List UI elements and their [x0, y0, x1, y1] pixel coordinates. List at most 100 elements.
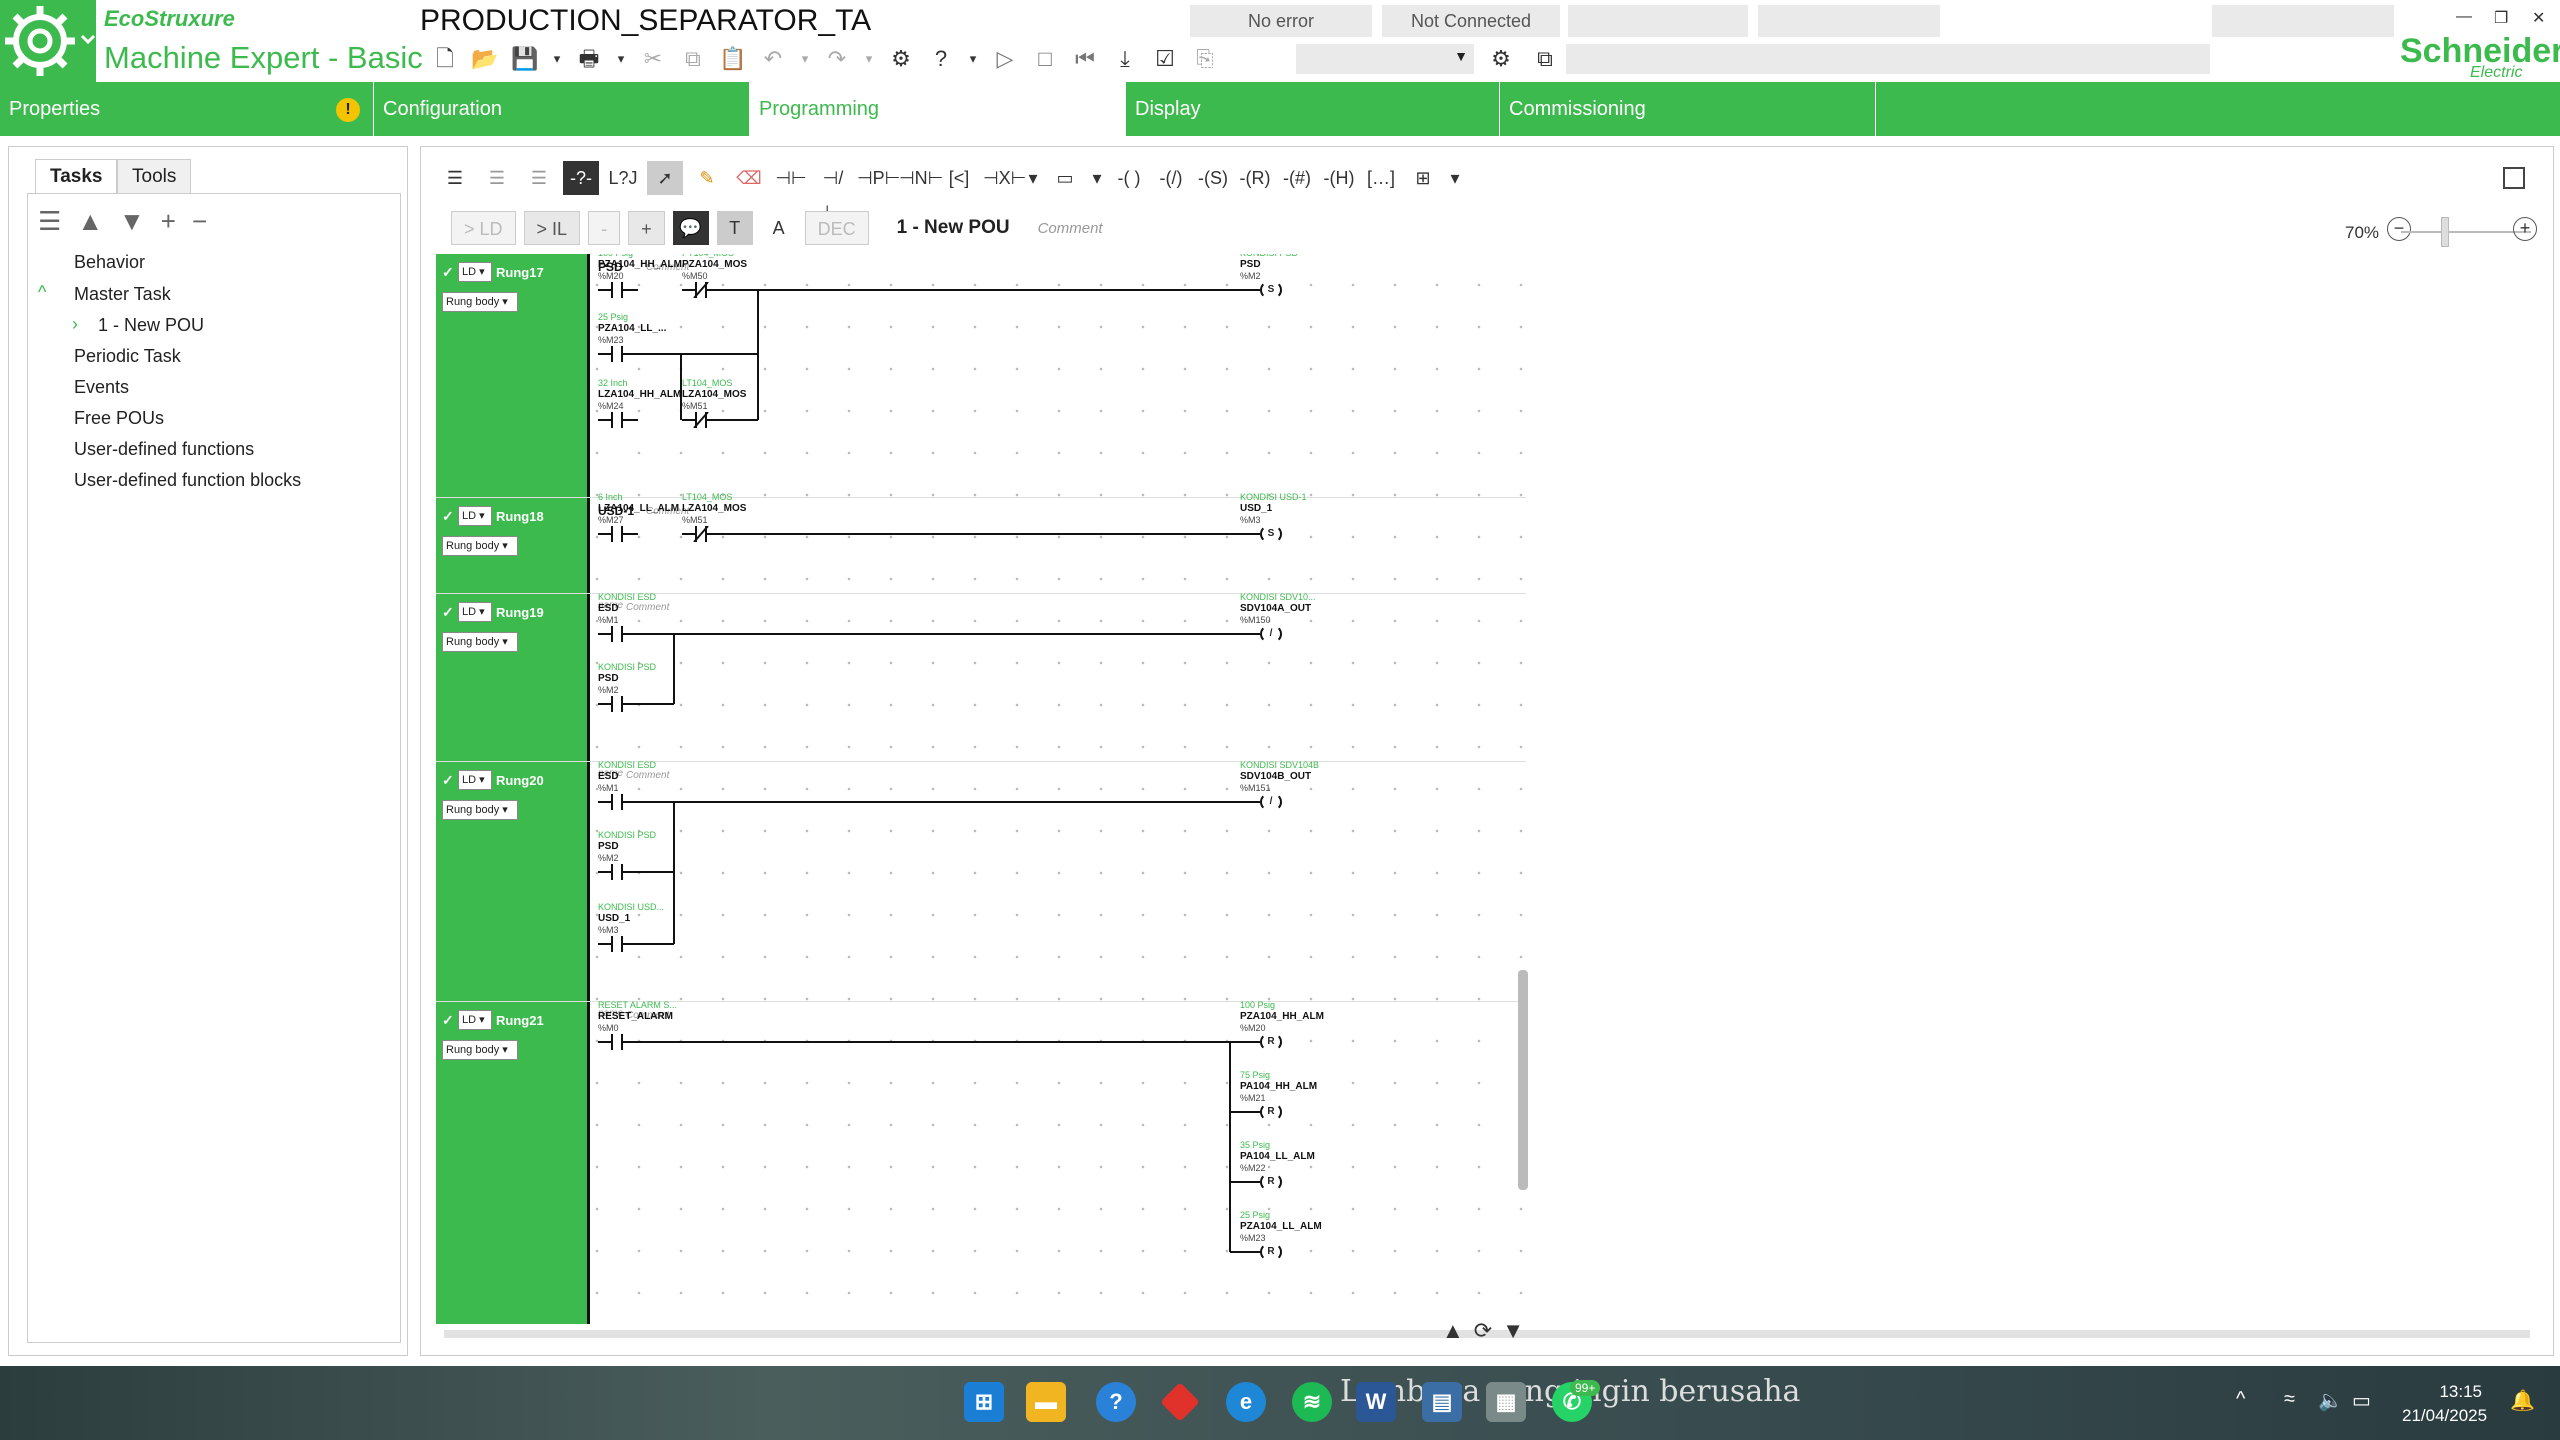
- branch-dropdown-icon[interactable]: ▾: [1025, 161, 1041, 195]
- ladder-coil[interactable]: R: [1260, 1033, 1282, 1051]
- rung-header[interactable]: ✓ LD ▾ Rung17 Rung body ▾: [436, 254, 590, 497]
- help-icon[interactable]: ?: [924, 44, 958, 74]
- branch-icon[interactable]: ⊣X⊢: [983, 161, 1026, 195]
- chevron-up-icon[interactable]: ^: [38, 282, 46, 303]
- rung-rung18[interactable]: ✓ LD ▾ Rung18 Rung body ▾ USD-1 Comment 6 Inch…: [436, 492, 1526, 594]
- tab-display[interactable]: Display: [1126, 82, 1500, 136]
- rung-language-select[interactable]: LD ▾: [458, 262, 492, 282]
- ladder-contact[interactable]: [682, 525, 722, 547]
- rung-enabled-check-icon[interactable]: ✓: [442, 772, 458, 788]
- ladder-coil[interactable]: S: [1260, 281, 1282, 299]
- ladder-contact[interactable]: [598, 696, 638, 717]
- function-block-icon[interactable]: ▭: [1047, 161, 1083, 195]
- add-icon[interactable]: +: [161, 206, 176, 237]
- add-element-icon[interactable]: ⊞: [1405, 161, 1441, 195]
- ladder-coil[interactable]: /: [1260, 793, 1282, 811]
- ladder-coil[interactable]: /: [1260, 625, 1282, 643]
- rung-enabled-check-icon[interactable]: ✓: [442, 1012, 458, 1028]
- ladder-contact[interactable]: [598, 526, 638, 547]
- ladder-contact[interactable]: [598, 626, 638, 647]
- font-size-icon[interactable]: A: [761, 211, 797, 245]
- tree-item-events[interactable]: Events: [74, 377, 129, 398]
- il-mode-icon[interactable]: L?J: [605, 161, 641, 195]
- pou-comment[interactable]: Comment: [1038, 220, 1103, 237]
- fb-dropdown-icon[interactable]: ▾: [1089, 161, 1105, 195]
- target-combo[interactable]: ▼: [1296, 44, 1474, 74]
- rung-rung17[interactable]: ✓LD ▾Rung17Rung body ▾PSDComment100 Psig…: [436, 254, 1526, 498]
- zoom-slider-thumb[interactable]: [2441, 217, 2449, 247]
- tree-item-master-task[interactable]: Master Task: [74, 284, 171, 305]
- zoom-in-icon[interactable]: +: [2513, 217, 2537, 241]
- increase-button[interactable]: +: [628, 211, 665, 245]
- rung-body-select[interactable]: Rung body ▾: [442, 632, 518, 652]
- notes-icon[interactable]: ▤: [1422, 1382, 1462, 1422]
- ladder-contact[interactable]: [598, 864, 638, 885]
- rung-rung20[interactable]: ✓ LD ▾ Rung20 Rung body ▾ name Comment KONDISI…: [436, 760, 1526, 1002]
- tab-programming[interactable]: Programming: [750, 82, 1126, 136]
- ladder-contact[interactable]: [598, 412, 638, 433]
- remove-icon[interactable]: −: [192, 206, 207, 237]
- ladder-contact[interactable]: [598, 346, 638, 367]
- rung-enabled-check-icon[interactable]: ✓: [442, 604, 458, 620]
- ladder-coil[interactable]: R: [1260, 1103, 1282, 1121]
- tab-configuration[interactable]: Configuration: [374, 82, 750, 136]
- set-coil-icon[interactable]: -(S): [1195, 161, 1231, 195]
- insert-rung-after-icon[interactable]: ☰: [479, 161, 515, 195]
- fullscreen-icon[interactable]: [2503, 167, 2525, 189]
- save-dropdown-icon[interactable]: ▾: [548, 44, 566, 74]
- rising-contact-icon[interactable]: ⊣P⊢: [857, 161, 900, 195]
- help-app-icon[interactable]: ?: [1096, 1382, 1136, 1422]
- reset-coil-icon[interactable]: -(R): [1237, 161, 1273, 195]
- ladder-coil[interactable]: R: [1260, 1243, 1282, 1261]
- tab-tools[interactable]: Tools: [117, 159, 192, 193]
- rung-enabled-check-icon[interactable]: ✓: [442, 264, 458, 280]
- rung-language-select[interactable]: LD ▾: [458, 602, 492, 622]
- ladder-coil[interactable]: R: [1260, 1173, 1282, 1191]
- scroll-down-icon[interactable]: ▼: [1502, 1318, 1524, 1344]
- falling-contact-icon[interactable]: ⊣N⊢: [899, 161, 943, 195]
- rung-header[interactable]: ✓ LD ▾ Rung21 Rung body ▾: [436, 1002, 590, 1324]
- rung-language-select[interactable]: LD ▾: [458, 506, 492, 526]
- rung-enabled-check-icon[interactable]: ✓: [442, 508, 458, 524]
- rung-header[interactable]: ✓ LD ▾ Rung19 Rung body ▾: [436, 594, 590, 761]
- rung-language-select[interactable]: LD ▾: [458, 770, 492, 790]
- decrease-button[interactable]: -: [588, 211, 621, 245]
- no-contact-icon[interactable]: ⊣⊢: [773, 161, 809, 195]
- ladder-contact[interactable]: [598, 1034, 638, 1055]
- paste-icon[interactable]: 📋: [716, 44, 750, 74]
- open-folder-icon[interactable]: 📂: [468, 44, 502, 74]
- eraser-tool-icon[interactable]: ⌫: [731, 161, 767, 195]
- rung-header[interactable]: ✓ LD ▾ Rung20 Rung body ▾: [436, 762, 590, 1001]
- compare-block-icon[interactable]: [<]: [941, 161, 977, 195]
- add-pou-icon[interactable]: ☰: [38, 206, 61, 237]
- photos-icon[interactable]: ▦: [1486, 1382, 1526, 1422]
- tree-item-behavior[interactable]: Behavior: [74, 252, 145, 273]
- check-program-icon[interactable]: ☑: [1148, 44, 1182, 74]
- scroll-up-icon[interactable]: ▲: [1442, 1318, 1464, 1344]
- jump-coil-icon[interactable]: -(#): [1279, 161, 1315, 195]
- refresh-icon[interactable]: ⟳: [1474, 1318, 1492, 1344]
- delete-rung-icon[interactable]: ☰: [521, 161, 557, 195]
- tree-item-user-function-blocks[interactable]: User-defined function blocks: [74, 470, 301, 491]
- help-dropdown-icon[interactable]: ▾: [964, 44, 982, 74]
- ladder-contact[interactable]: [598, 282, 638, 303]
- ladder-contact[interactable]: [598, 936, 638, 957]
- tree-item-periodic-task[interactable]: Periodic Task: [74, 346, 181, 367]
- negated-coil-icon[interactable]: -(/): [1153, 161, 1189, 195]
- download-icon[interactable]: ⤓: [1108, 44, 1142, 74]
- run-icon[interactable]: ▷: [988, 44, 1022, 74]
- zoom-out-icon[interactable]: −: [2387, 217, 2411, 241]
- rung-rung19[interactable]: ✓ LD ▾ Rung19 Rung body ▾ name Comment KONDISI…: [436, 592, 1526, 762]
- restore-icon[interactable]: ❐: [2494, 8, 2508, 28]
- ladder-coil[interactable]: S: [1260, 525, 1282, 543]
- undo-icon[interactable]: ↶: [756, 44, 790, 74]
- copy-icon[interactable]: ⧉: [676, 44, 710, 74]
- selection-tool-icon[interactable]: ➚: [647, 161, 683, 195]
- rung-body-select[interactable]: Rung body ▾: [442, 800, 518, 820]
- move-up-icon[interactable]: ▲: [77, 206, 103, 237]
- redo-dropdown-icon[interactable]: ▾: [860, 44, 878, 74]
- connect-icon[interactable]: ⚙: [1484, 44, 1518, 74]
- cut-icon[interactable]: ✂: [636, 44, 670, 74]
- ld-mode-icon[interactable]: -?-: [563, 161, 599, 195]
- rung-language-select[interactable]: LD ▾: [458, 1010, 492, 1030]
